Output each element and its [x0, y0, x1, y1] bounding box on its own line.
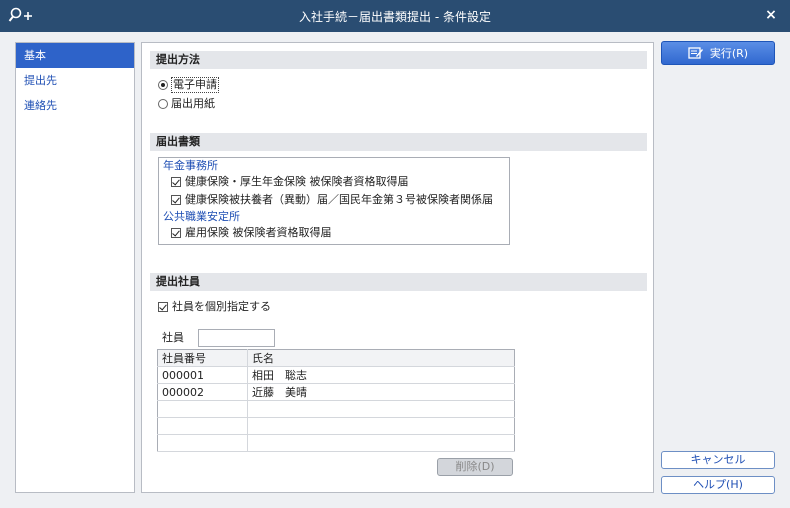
- table-row-empty: [157, 400, 515, 418]
- dialog-body: 基本 提出先 連絡先 提出方法 電子申請 届出用紙 届出書類 年金事務所 健康保…: [0, 32, 790, 508]
- help-button[interactable]: ヘルプ(H): [661, 476, 775, 494]
- execute-button[interactable]: 実行(R): [661, 41, 775, 65]
- doc-item-qualification[interactable]: 健康保険・厚生年金保険 被保険者資格取得届: [159, 173, 509, 191]
- table-row[interactable]: 000002 近藤 美晴: [157, 383, 515, 401]
- doc-group-employment-office: 公共職業安定所: [163, 210, 240, 223]
- sidebar-item-contact[interactable]: 連絡先: [16, 93, 134, 118]
- section-header-method: 提出方法: [150, 51, 647, 69]
- column-header-name[interactable]: 氏名: [247, 349, 515, 367]
- checkbox-checked-icon: [171, 228, 181, 238]
- document-list: 年金事務所 健康保険・厚生年金保険 被保険者資格取得届 健康保険被扶養者（異動）…: [158, 157, 510, 245]
- table-row-empty: [157, 417, 515, 435]
- section-header-documents: 届出書類: [150, 133, 647, 151]
- title-bar: 入社手続－届出書類提出 - 条件設定 ×: [0, 0, 790, 32]
- cancel-button[interactable]: キャンセル: [661, 451, 775, 469]
- checkbox-checked-icon: [171, 195, 181, 205]
- cell-employee-name: 相田 聡志: [247, 366, 515, 384]
- doc-item-label: 健康保険被扶養者（異動）届／国民年金第３号被保険者関係届: [185, 193, 493, 206]
- main-panel: 提出方法 電子申請 届出用紙 届出書類 年金事務所 健康保険・厚生年金保険 被保…: [141, 42, 654, 493]
- column-header-id[interactable]: 社員番号: [157, 349, 248, 367]
- table-header-row: 社員番号 氏名: [157, 349, 515, 367]
- doc-item-employment-insurance[interactable]: 雇用保険 被保険者資格取得届: [159, 224, 509, 242]
- cell-employee-id: 000001: [157, 366, 248, 384]
- radio-electronic[interactable]: 電子申請: [158, 77, 219, 93]
- close-button[interactable]: ×: [762, 6, 780, 24]
- cell-employee-name: 近藤 美晴: [247, 383, 515, 401]
- doc-item-dependents[interactable]: 健康保険被扶養者（異動）届／国民年金第３号被保険者関係届: [159, 191, 509, 209]
- employee-field-label: 社員: [162, 331, 184, 344]
- sidebar-item-destination[interactable]: 提出先: [16, 68, 134, 93]
- execute-button-label: 実行(R): [709, 47, 749, 60]
- table-row[interactable]: 000001 相田 聡志: [157, 366, 515, 384]
- table-row-empty: [157, 434, 515, 452]
- execute-icon: [688, 47, 703, 59]
- delete-button[interactable]: 削除(D): [437, 458, 513, 476]
- radio-unselected-icon: [158, 99, 168, 109]
- cell-employee-id: 000002: [157, 383, 248, 401]
- employee-input[interactable]: [198, 329, 275, 347]
- window-title: 入社手続－届出書類提出 - 条件設定: [299, 10, 491, 24]
- employee-table: 社員番号 氏名 000001 相田 聡志 000002 近藤 美晴: [157, 349, 515, 452]
- doc-item-label: 雇用保険 被保険者資格取得届: [185, 226, 332, 239]
- doc-group-pension-office: 年金事務所: [163, 159, 218, 172]
- radio-electronic-label: 電子申請: [171, 77, 219, 93]
- radio-paper[interactable]: 届出用紙: [158, 96, 215, 112]
- section-header-employees: 提出社員: [150, 273, 647, 291]
- checkbox-checked-icon: [171, 177, 181, 187]
- sidebar-item-basic[interactable]: 基本: [16, 43, 134, 68]
- radio-paper-label: 届出用紙: [171, 97, 215, 110]
- individual-employee-checkbox[interactable]: 社員を個別指定する: [158, 299, 271, 315]
- doc-item-label: 健康保険・厚生年金保険 被保険者資格取得届: [185, 175, 409, 188]
- sidebar: 基本 提出先 連絡先: [15, 42, 135, 493]
- radio-selected-icon: [158, 80, 168, 90]
- individual-employee-label: 社員を個別指定する: [172, 300, 271, 313]
- checkbox-checked-icon: [158, 302, 168, 312]
